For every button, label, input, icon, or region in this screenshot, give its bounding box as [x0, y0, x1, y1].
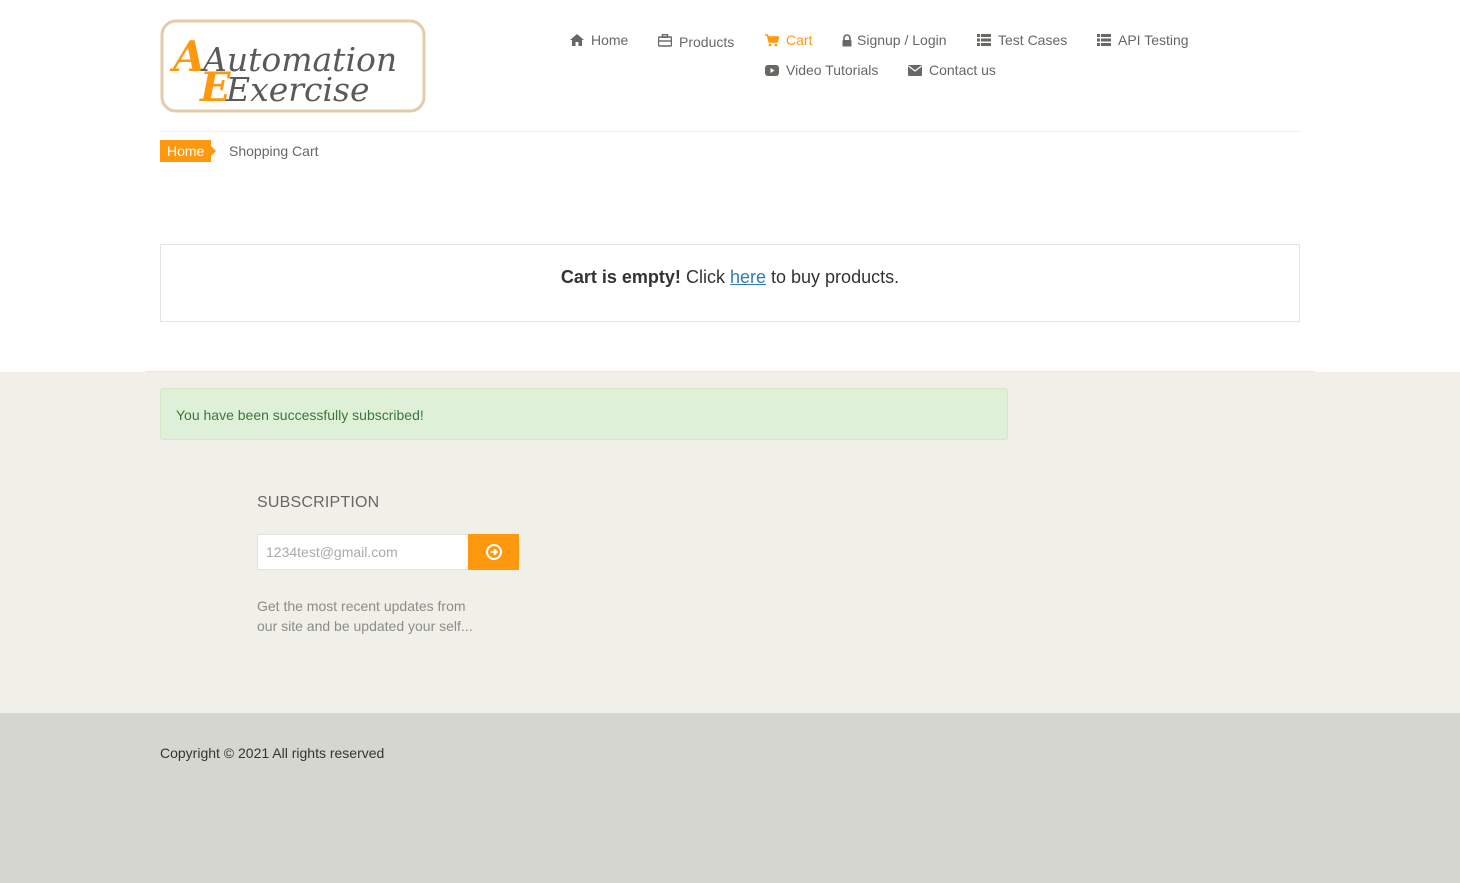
breadcrumb-home[interactable]: Home	[160, 140, 212, 162]
breadcrumb-current: Shopping Cart	[229, 143, 319, 159]
lock-icon	[840, 33, 854, 47]
youtube-play-icon	[765, 63, 779, 77]
footer-bottom	[0, 713, 1460, 883]
buy-products-link[interactable]: here	[730, 267, 766, 287]
nav-video-tutorials-label: Video Tutorials	[786, 62, 879, 78]
nav-video-tutorials[interactable]: Video Tutorials	[765, 62, 878, 78]
cart-empty-heading: Cart is empty!	[560, 267, 681, 287]
home-icon	[570, 33, 584, 47]
briefcase-icon	[658, 34, 672, 48]
nav-cart[interactable]: Cart	[765, 32, 812, 48]
breadcrumb-arrow	[210, 145, 216, 157]
nav-products-label: Products	[679, 34, 735, 50]
nav-test-cases-label: Test Cases	[998, 32, 1068, 48]
nav-contact-us-label: Contact us	[929, 62, 996, 78]
footer-divider	[145, 371, 1315, 372]
nav-cart-label: Cart	[786, 32, 813, 48]
logo-text-line2: Exercise	[225, 70, 370, 109]
cart-suffix-text: to buy products.	[771, 267, 900, 287]
site-header: A Automation E Exercise Home Products Ca…	[0, 0, 1460, 132]
subscription-note: Get the most recent updates from our sit…	[257, 598, 473, 634]
subscribe-button[interactable]	[468, 534, 519, 570]
shopping-cart-icon	[765, 33, 779, 47]
subscribe-success-alert: You have been successfully subscribed!	[160, 388, 1008, 440]
nav-api-testing[interactable]: API Testing	[1097, 32, 1189, 48]
nav-products[interactable]: Products	[658, 31, 734, 50]
empty-cart-panel: Cart is empty! Click here to buy product…	[160, 244, 1300, 322]
nav-test-cases[interactable]: Test Cases	[977, 32, 1067, 48]
list-icon	[977, 33, 991, 47]
nav-contact-us[interactable]: Contact us	[908, 62, 996, 78]
subscription-title: SUBSCRIPTION	[257, 494, 380, 511]
subscribe-email-input[interactable]	[257, 534, 469, 570]
cart-click-text: Click	[685, 267, 725, 287]
nav-home[interactable]: Home	[570, 32, 628, 48]
list-icon	[1097, 33, 1111, 47]
nav-api-testing-label: API Testing	[1118, 32, 1189, 48]
copyright-text: Copyright © 2021 All rights reserved	[160, 745, 385, 761]
arrow-circle-right-icon	[485, 544, 502, 560]
header-divider	[160, 131, 1300, 132]
empty-cart-message: Cart is empty! Click here to buy product…	[161, 267, 1299, 288]
envelope-icon	[908, 63, 922, 77]
nav-signup-login[interactable]: Signup / Login	[840, 32, 947, 48]
site-logo[interactable]: A Automation E Exercise	[160, 19, 426, 113]
nav-signup-login-label: Signup / Login	[857, 32, 947, 48]
nav-home-label: Home	[591, 32, 629, 48]
